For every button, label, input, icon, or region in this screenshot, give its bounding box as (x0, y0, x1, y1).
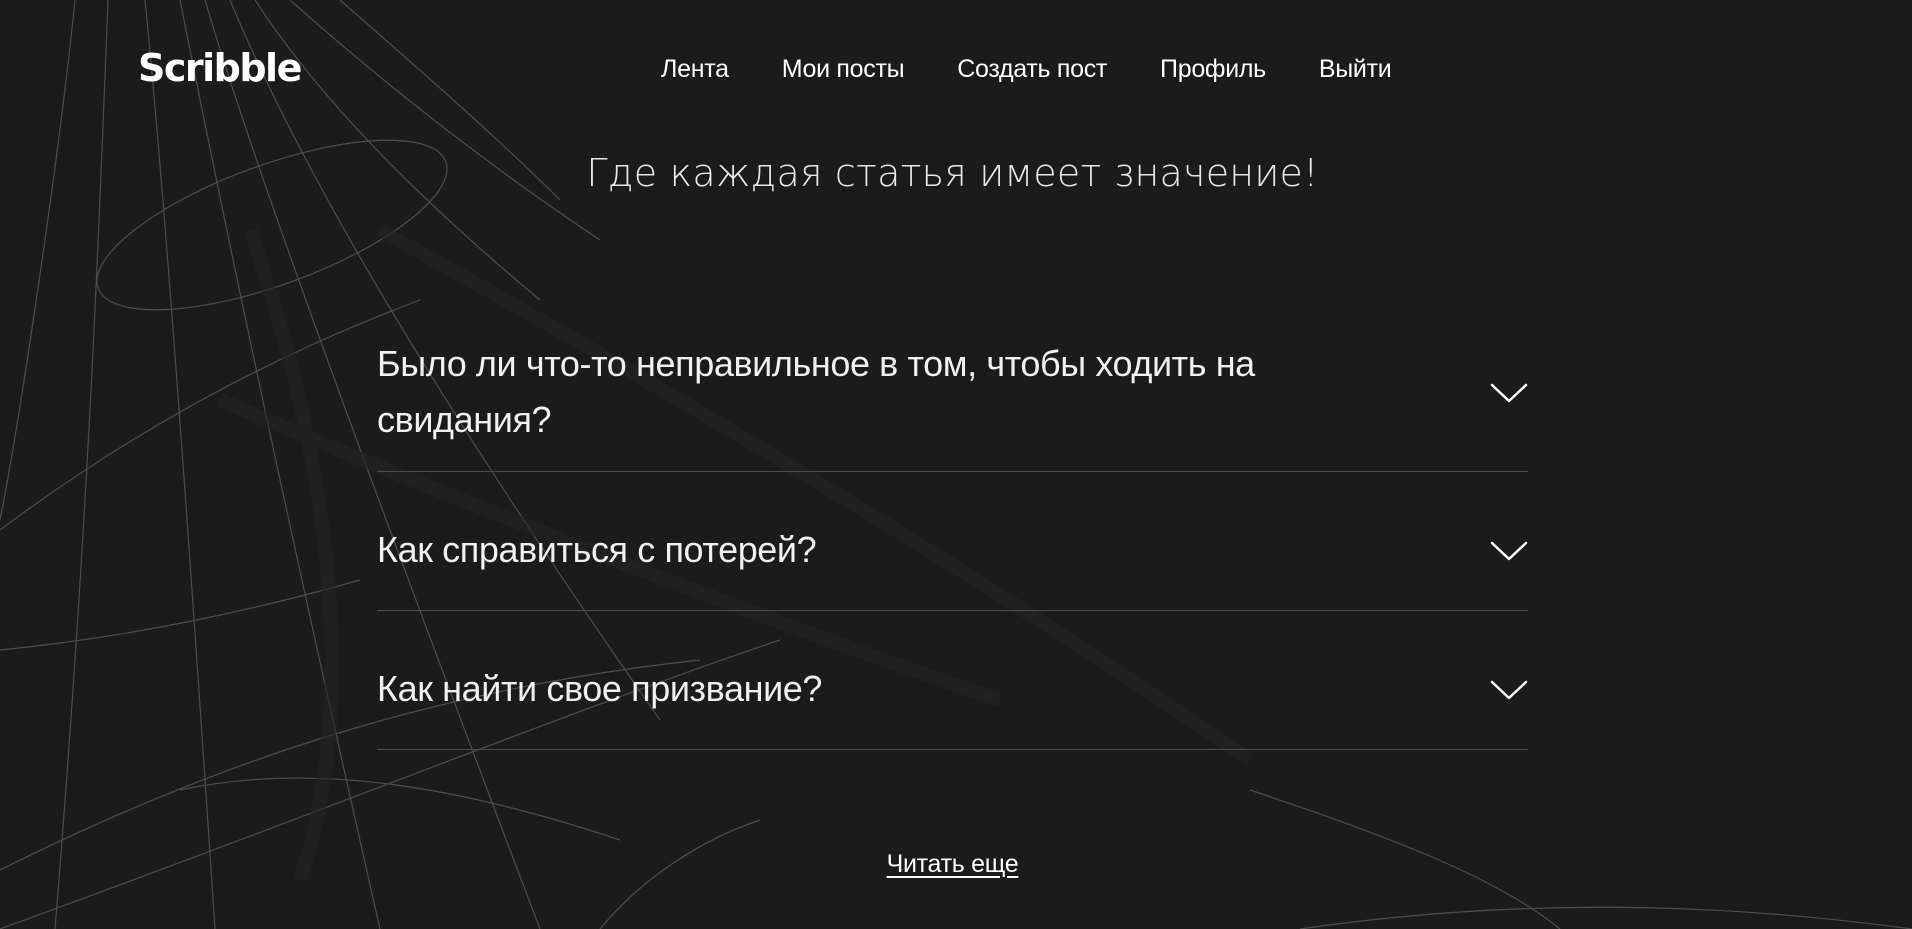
faq-list: Было ли что-то неправильное в том, чтобы… (377, 330, 1528, 750)
nav-link-create-post[interactable]: Создать пост (957, 52, 1107, 86)
faq-item[interactable]: Как справиться с потерей? (377, 472, 1528, 611)
read-more-link[interactable]: Читать еще (887, 850, 1019, 878)
nav-link-profile[interactable]: Профиль (1160, 52, 1266, 86)
hero-tagline: Где каждая статья имеет значение! (586, 151, 1319, 195)
site-header: Scribble Лента Мои посты Создать пост Пр… (0, 0, 1912, 140)
faq-question: Было ли что-то неправильное в том, чтобы… (377, 343, 1255, 440)
chevron-down-icon[interactable] (1490, 679, 1528, 701)
site-logo[interactable]: Scribble (138, 44, 302, 92)
faq-item[interactable]: Было ли что-то неправильное в том, чтобы… (377, 330, 1528, 472)
nav-link-feed[interactable]: Лента (661, 52, 729, 86)
faq-item[interactable]: Как найти свое призвание? (377, 611, 1528, 750)
read-more-container: Читать еще (0, 850, 1905, 879)
nav-link-my-posts[interactable]: Мои посты (782, 52, 905, 86)
faq-question: Как справиться с потерей? (377, 529, 817, 570)
chevron-down-icon[interactable] (1490, 540, 1528, 562)
faq-question: Как найти свое призвание? (377, 668, 823, 709)
chevron-down-icon[interactable] (1490, 382, 1528, 404)
nav-link-logout[interactable]: Выйти (1319, 52, 1392, 86)
main-nav: Лента Мои посты Создать пост Профиль Вый… (661, 52, 1392, 86)
